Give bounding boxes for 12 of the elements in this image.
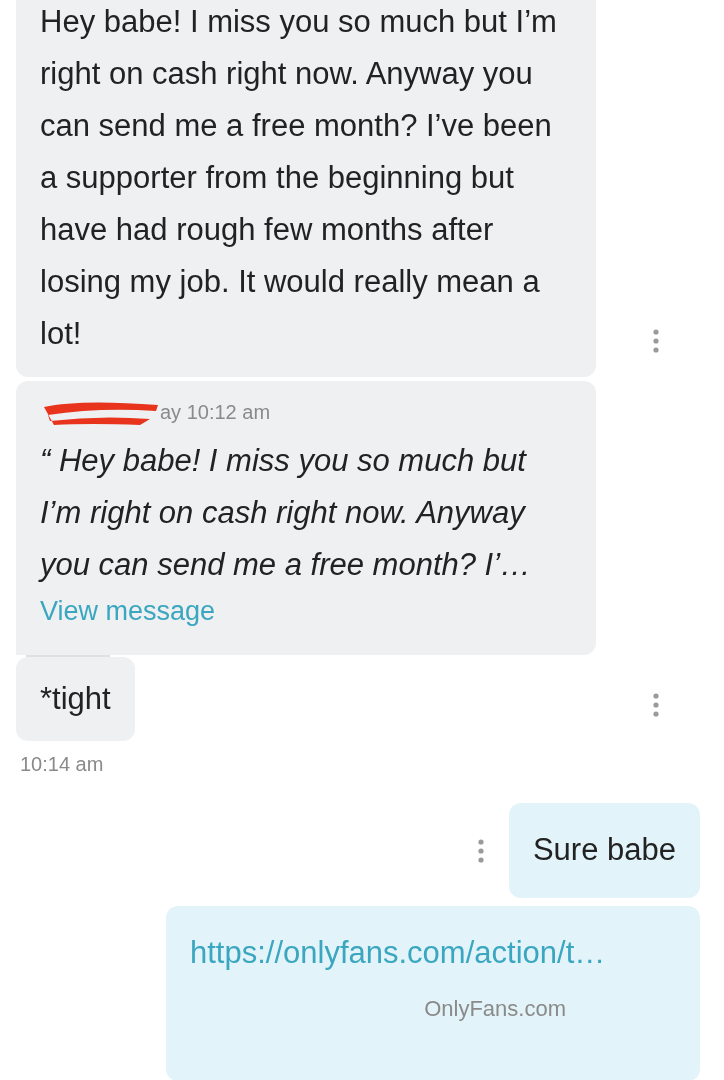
message-bubble: *tight [16,657,135,742]
message-bubble: Sure babe [508,803,700,898]
url-link[interactable]: https://onlyfans.com/action/t… [190,929,676,977]
message-bubble: Hey babe! I miss you so much but I’m right on cash right now. Anyway you can send me a free month? I’ve been a supporter from the beginning but have had rough few months after losing my job. It would really mean a lot! [16,0,596,377]
message-time: 10:14 am [19,752,104,778]
more-options-icon[interactable] [476,838,485,863]
view-message-link[interactable]: View message [40,590,572,632]
quoted-message: “ Hey babe! I miss you so much but I’m right on cash right now. Anyway you can send me a free month? I’… [40,441,533,584]
site-name: OnlyFans.com [424,995,566,1024]
message-time: ay 10:12 am [160,399,271,425]
more-options-icon[interactable] [652,693,660,718]
more-options-icon[interactable] [652,328,660,353]
